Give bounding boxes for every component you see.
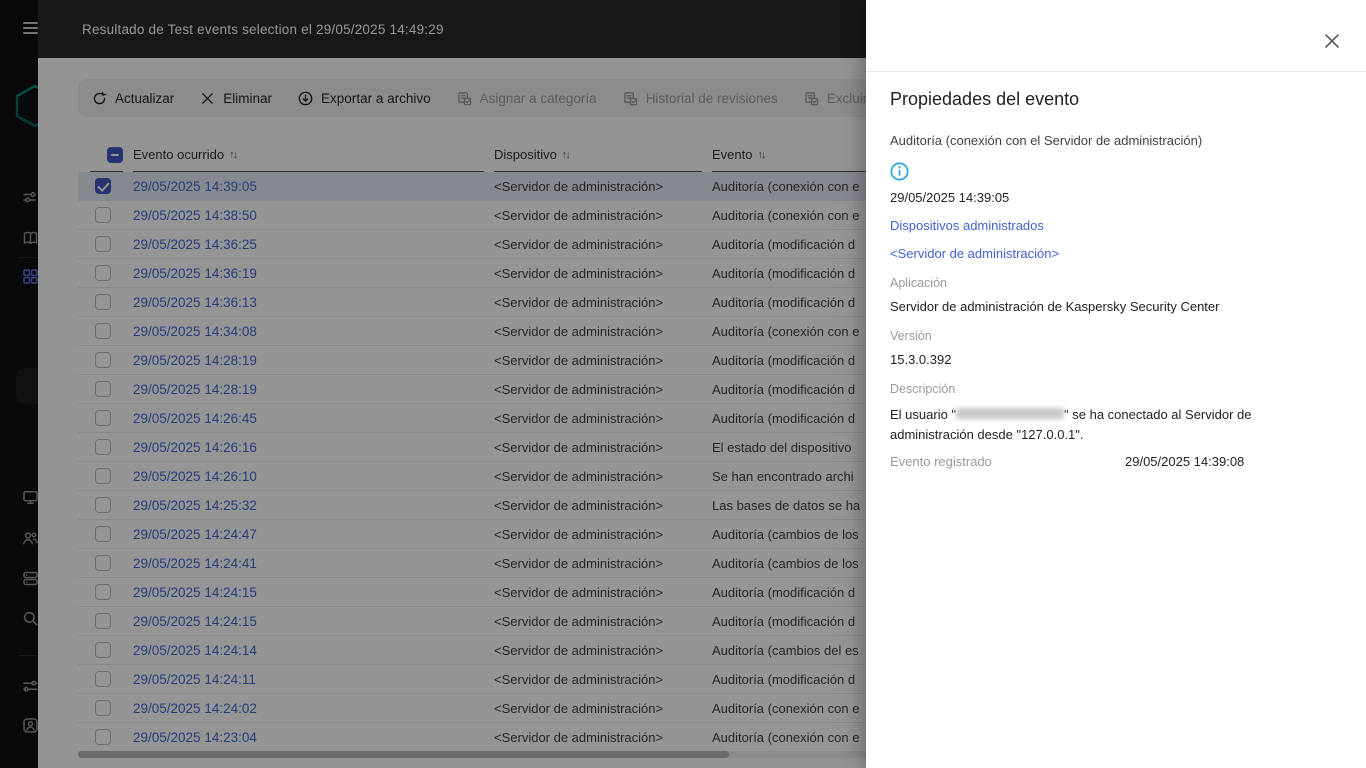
managed-devices-link[interactable]: Dispositivos administrados (890, 218, 1044, 234)
modal-dim-overlay[interactable] (0, 0, 866, 768)
field-label-description: Descripción (890, 382, 956, 396)
panel-title: Propiedades del evento (890, 89, 1080, 109)
event-occurred-time: 29/05/2025 14:39:05 (890, 190, 1010, 205)
panel-header (866, 0, 1366, 72)
field-label-application: Aplicación (890, 276, 947, 290)
info-icon (890, 162, 909, 181)
event-registered-row: Evento registrado 29/05/2025 14:39:08 (890, 454, 1342, 469)
field-value-version: 15.3.0.392 (890, 352, 952, 367)
close-icon[interactable] (1322, 31, 1342, 51)
event-properties-panel: Propiedades del evento Auditoría (conexi… (866, 0, 1366, 768)
event-description: El usuario " " se ha conectado al Servido… (890, 407, 1252, 442)
field-label-version: Versión (890, 329, 932, 343)
field-value-application: Servidor de administración de Kaspersky … (890, 299, 1220, 314)
event-type: Auditoría (conexión con el Servidor de a… (890, 133, 1203, 148)
redacted-username (956, 408, 1065, 419)
registered-label: Evento registrado (890, 454, 992, 469)
admin-server-link[interactable]: <Servidor de administración> (890, 246, 1059, 262)
registered-value: 29/05/2025 14:39:08 (1125, 454, 1245, 469)
panel-body: Propiedades del evento Auditoría (conexi… (866, 72, 1366, 469)
